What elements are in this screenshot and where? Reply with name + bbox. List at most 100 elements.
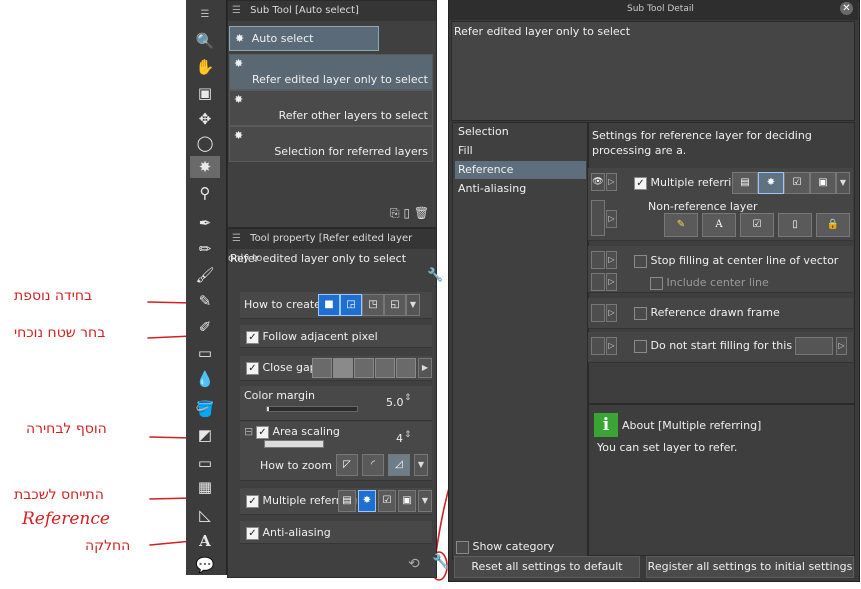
- category-reference[interactable]: Reference: [455, 161, 586, 179]
- new-selection-icon[interactable]: ■: [318, 294, 340, 316]
- detail-refer-selected-icon[interactable]: ☑: [784, 172, 810, 194]
- close-gap-level-2[interactable]: [333, 358, 353, 378]
- anti-aliasing-checkbox[interactable]: ✓: [246, 526, 259, 540]
- exclude-paper-layer-icon[interactable]: ▯: [778, 213, 812, 237]
- show-in-panel-arrow-icon[interactable]: ▷: [606, 210, 617, 228]
- lock-toggle[interactable]: [591, 304, 605, 322]
- refer-all-layers-icon[interactable]: ▤: [338, 490, 356, 512]
- exclude-text-layer-icon[interactable]: A: [702, 213, 736, 237]
- exclude-lock-layer-icon[interactable]: 🔒: [816, 213, 850, 237]
- hand-tool-icon[interactable]: ✋: [190, 56, 220, 78]
- multiple-referring-checkbox[interactable]: ✓: [246, 494, 259, 508]
- close-gap-level-4[interactable]: [375, 358, 395, 378]
- show-in-panel-arrow-icon[interactable]: ▷: [606, 304, 617, 322]
- new-sub-tool-icon[interactable]: ▯: [403, 206, 410, 220]
- lock-toggle[interactable]: [591, 200, 605, 236]
- palette-menu-icon[interactable]: ☰: [190, 4, 220, 26]
- area-scaling-checkbox[interactable]: ✓: [256, 425, 269, 439]
- pencil-tool-icon[interactable]: ✏: [190, 238, 220, 260]
- how-to-create-dropdown-icon[interactable]: ▼: [406, 294, 420, 316]
- sub-tool-item-refer-edited[interactable]: ✸ Refer edited layer only to select: [229, 54, 433, 90]
- include-center-checkbox[interactable]: [650, 276, 663, 290]
- close-gap-level-1[interactable]: [312, 358, 332, 378]
- move-layer-tool-icon[interactable]: ✥: [190, 108, 220, 130]
- decoration-tool-icon[interactable]: ✐: [190, 316, 220, 338]
- close-icon[interactable]: ✕: [840, 2, 853, 15]
- pen-tool-icon[interactable]: ✒: [190, 212, 220, 234]
- brush-tool-icon[interactable]: 🖌: [190, 264, 220, 286]
- register-settings-button[interactable]: Register all settings to initial setting…: [646, 556, 854, 578]
- lock-toggle[interactable]: [591, 251, 605, 269]
- follow-adjacent-checkbox[interactable]: ✓: [246, 330, 259, 344]
- detail-refer-edited-icon[interactable]: ✸: [758, 172, 784, 194]
- category-anti-aliasing[interactable]: Anti-aliasing: [455, 180, 586, 198]
- select-area-icon[interactable]: ◱: [384, 294, 406, 316]
- color-margin-spinner-icon[interactable]: ⇕: [404, 393, 412, 403]
- area-scaling-spinner-icon[interactable]: ⇕: [404, 430, 412, 440]
- lock-toggle[interactable]: [591, 273, 605, 291]
- show-in-panel-arrow-icon[interactable]: ▷: [606, 337, 617, 355]
- lock-toggle[interactable]: [591, 337, 605, 355]
- eraser-tool-icon[interactable]: ▭: [190, 342, 220, 364]
- sub-tool-item-selection-referred[interactable]: ✸ Selection for referred layers: [229, 126, 433, 162]
- add-selection-icon[interactable]: ◲: [340, 294, 362, 316]
- subtract-selection-icon[interactable]: ◳: [362, 294, 384, 316]
- close-gap-level-5[interactable]: [396, 358, 416, 378]
- detail-multiple-referring-checkbox[interactable]: ✓: [634, 176, 647, 190]
- balloon-tool-icon[interactable]: 💬: [190, 554, 220, 576]
- color-margin-value[interactable]: 5.0: [386, 396, 404, 409]
- show-in-panel-arrow-icon[interactable]: ▷: [606, 273, 617, 291]
- copy-sub-tool-icon[interactable]: ⎘: [390, 206, 400, 220]
- multiple-referring-dropdown-icon[interactable]: ▼: [418, 490, 432, 512]
- color-swatch-arrow-icon[interactable]: ▷: [836, 337, 847, 355]
- area-scaling-collapse-icon[interactable]: ⊟: [244, 425, 253, 438]
- area-scaling-value[interactable]: 4: [396, 432, 403, 445]
- detail-refer-folder-icon[interactable]: ▣: [810, 172, 836, 194]
- color-swatch[interactable]: [795, 337, 833, 355]
- eyedropper-tool-icon[interactable]: ⚲: [190, 182, 220, 204]
- sub-tool-item-refer-other[interactable]: ✸ Refer other layers to select: [229, 90, 433, 126]
- close-gap-checkbox[interactable]: ✓: [246, 361, 259, 375]
- delete-sub-tool-icon[interactable]: 🗑: [414, 206, 429, 220]
- ruler-tool-icon[interactable]: ◺: [190, 504, 220, 526]
- auto-select-tool-icon[interactable]: ✸: [190, 156, 220, 178]
- exclude-draft-layer-icon[interactable]: ✎: [664, 213, 698, 237]
- eye-icon[interactable]: 👁: [591, 173, 605, 191]
- blend-tool-icon[interactable]: 💧: [190, 368, 220, 390]
- figure-tool-icon[interactable]: ▭: [190, 452, 220, 474]
- frame-tool-icon[interactable]: ▦: [190, 476, 220, 498]
- zoom-sharp-icon[interactable]: ◸: [336, 454, 358, 476]
- area-scaling-slider[interactable]: [264, 440, 324, 448]
- tool-detail-wrench-icon[interactable]: 🔧: [432, 554, 449, 570]
- airbrush-tool-icon[interactable]: ✎: [190, 290, 220, 312]
- gradient-tool-icon[interactable]: ◩: [190, 424, 220, 446]
- close-gap-level-3[interactable]: [354, 358, 374, 378]
- detail-multiple-referring-dropdown-icon[interactable]: ▼: [836, 172, 850, 194]
- panel-menu-icon[interactable]: ☰: [232, 5, 241, 16]
- color-margin-slider[interactable]: [266, 406, 358, 412]
- show-in-panel-arrow-icon[interactable]: ▷: [606, 251, 617, 269]
- show-in-panel-arrow-icon[interactable]: ▷: [606, 173, 617, 191]
- operation-tool-icon[interactable]: ▣: [190, 82, 220, 104]
- do-not-start-checkbox[interactable]: [634, 339, 647, 353]
- how-to-zoom-dropdown-icon[interactable]: ▼: [414, 454, 428, 476]
- category-fill[interactable]: Fill: [455, 142, 586, 160]
- text-tool-icon[interactable]: A: [190, 530, 220, 552]
- reset-tool-icon[interactable]: ⟲: [408, 556, 420, 572]
- show-category-checkbox[interactable]: [456, 540, 469, 554]
- auto-select-group-tab[interactable]: ✸ Auto select: [229, 26, 379, 51]
- stop-filling-checkbox[interactable]: [634, 254, 647, 268]
- detail-refer-all-icon[interactable]: ▤: [732, 172, 758, 194]
- fill-tool-icon[interactable]: 🪣: [190, 398, 220, 420]
- refer-folder-icon[interactable]: ▣: [398, 490, 416, 512]
- zoom-tool-icon[interactable]: 🔍: [190, 30, 220, 52]
- selection-tool-icon[interactable]: ◯: [190, 132, 220, 154]
- reference-frame-checkbox[interactable]: [634, 306, 647, 320]
- refer-selected-layers-icon[interactable]: ☑: [378, 490, 396, 512]
- exclude-selected-layer-icon[interactable]: ☑: [740, 213, 774, 237]
- zoom-bevel-icon[interactable]: ◿: [388, 454, 410, 476]
- close-gap-arrow-icon[interactable]: ▶: [418, 358, 432, 378]
- zoom-round-icon[interactable]: ◜: [362, 454, 384, 476]
- panel-menu-icon[interactable]: ☰: [232, 233, 241, 244]
- refer-edited-layer-icon[interactable]: ✸: [358, 490, 376, 512]
